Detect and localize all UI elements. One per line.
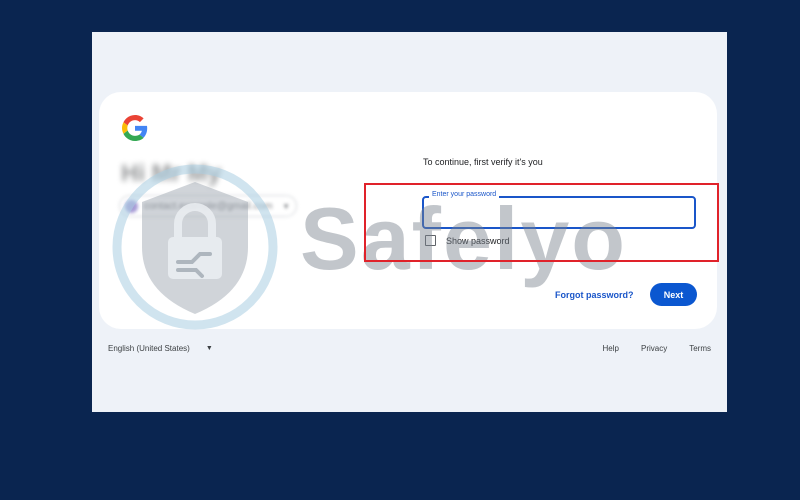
language-selector[interactable]: English (United States) ▼ (108, 344, 213, 353)
terms-link[interactable]: Terms (689, 344, 711, 353)
account-name-blurred: Hi Mr My (121, 160, 222, 187)
chevron-down-icon: ▼ (282, 201, 290, 211)
avatar (125, 199, 138, 213)
password-input[interactable] (432, 204, 687, 222)
language-label: English (United States) (108, 344, 190, 353)
signin-card: Hi Mr My contact.example@gmail.com ▼ To … (99, 92, 717, 329)
help-link[interactable]: Help (603, 344, 619, 353)
next-button[interactable]: Next (650, 283, 697, 306)
page-footer: English (United States) ▼ Help Privacy T… (108, 344, 711, 358)
privacy-link[interactable]: Privacy (641, 344, 667, 353)
caret-down-icon: ▼ (205, 345, 213, 352)
account-chip[interactable]: contact.example@gmail.com ▼ (119, 195, 297, 217)
forgot-password-link[interactable]: Forgot password? (555, 290, 634, 300)
password-label: Enter your password (429, 191, 500, 198)
google-logo-icon (122, 115, 148, 141)
account-email-blurred: contact.example@gmail.com (144, 200, 273, 212)
verify-instruction: To continue, first verify it's you (423, 157, 543, 167)
password-field[interactable]: Enter your password (422, 191, 696, 229)
browser-viewport: Hi Mr My contact.example@gmail.com ▼ To … (92, 32, 727, 412)
show-password-label: Show password (446, 235, 510, 246)
show-password-row[interactable]: Show password (425, 235, 510, 246)
show-password-checkbox[interactable] (425, 235, 436, 246)
